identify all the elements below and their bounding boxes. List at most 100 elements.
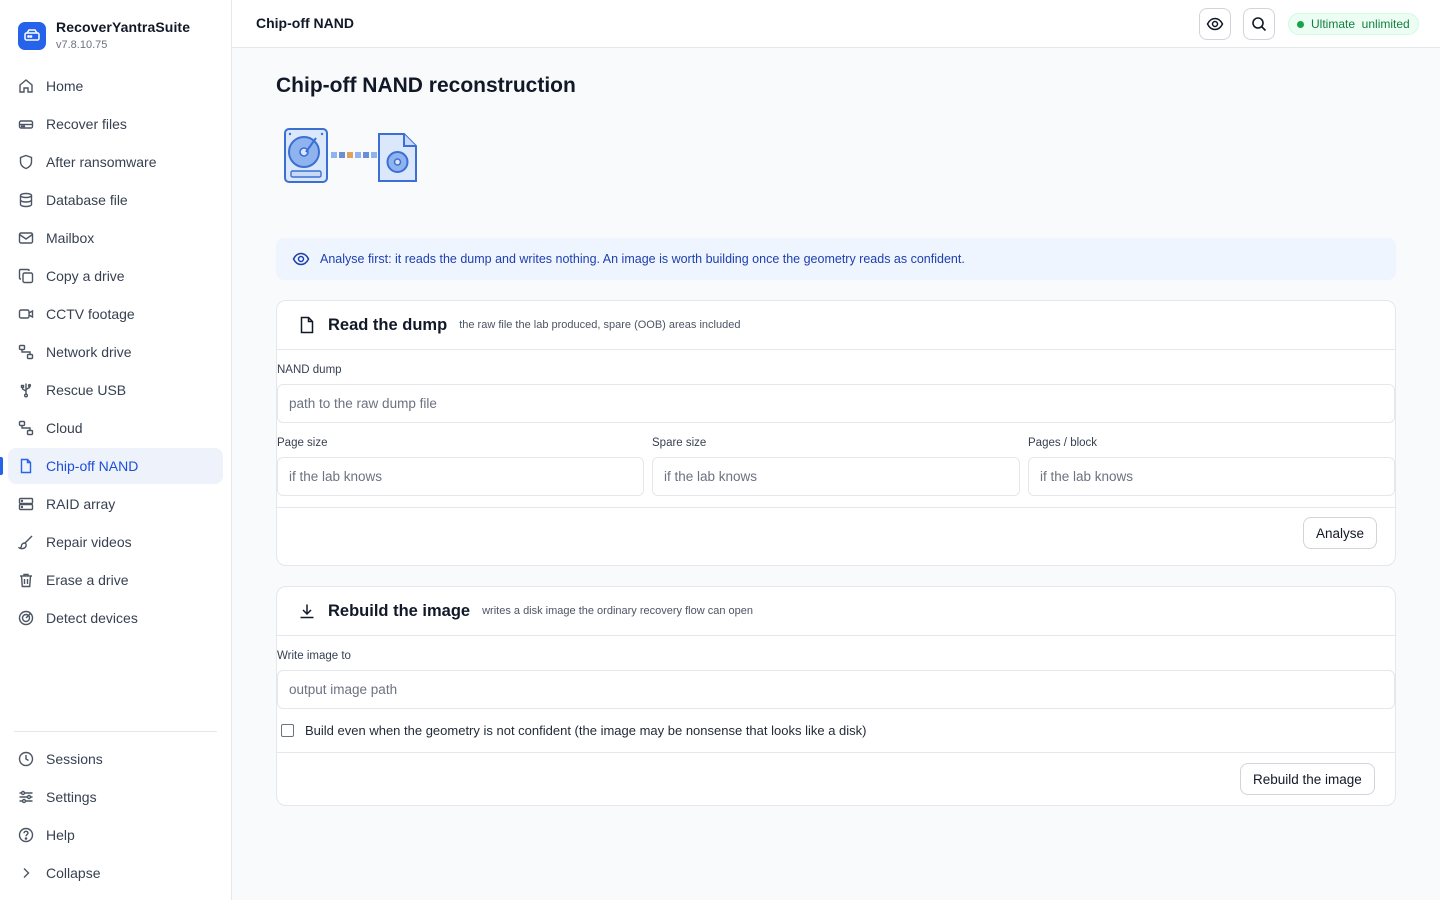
nav-item-label: Copy a drive: [46, 268, 125, 284]
clock-icon: [18, 751, 34, 767]
breadcrumb: Chip-off NAND: [256, 15, 354, 31]
nav-item-label: After ransomware: [46, 154, 157, 170]
topbar: Chip-off NAND Ultimate unlimited: [232, 0, 1440, 48]
license-label: Ultimate unlimited: [1311, 17, 1410, 31]
pages-per-block-input[interactable]: [1028, 457, 1395, 496]
nav-item-copy-a-drive[interactable]: Copy a drive: [8, 258, 223, 294]
disk-image-file-icon: [378, 133, 417, 182]
nav-item-recover-files[interactable]: Recover files: [8, 106, 223, 142]
nav-item-label: Recover files: [46, 116, 127, 132]
card-title: Read the dump: [328, 315, 448, 334]
info-notice: Analyse first: it reads the dump and wri…: [276, 238, 1396, 280]
app-logo-icon: [18, 22, 46, 50]
download-icon: [299, 603, 315, 619]
rebuild-image-header: Rebuild the image writes a disk image th…: [277, 587, 1395, 636]
eye-icon: [1206, 15, 1224, 33]
search-icon: [1251, 16, 1267, 32]
video-icon: [18, 306, 34, 322]
nav-item-label: Cloud: [46, 420, 83, 436]
rebuild-image-button[interactable]: Rebuild the image: [1240, 763, 1375, 795]
file-icon: [299, 316, 315, 334]
nav-item-database-file[interactable]: Database file: [8, 182, 223, 218]
help-icon: [18, 827, 34, 843]
card-footer-divider: [277, 507, 1395, 508]
database-icon: [18, 192, 34, 208]
home-icon: [18, 78, 34, 94]
server-icon: [18, 496, 34, 512]
nav-item-cctv-footage[interactable]: CCTV footage: [8, 296, 223, 332]
app-name: RecoverYantraSuite: [56, 19, 191, 35]
nav-item-chip-off-nand[interactable]: Chip-off NAND: [0, 448, 223, 484]
spare-size-input[interactable]: [652, 457, 1020, 496]
analyse-button[interactable]: Analyse: [1303, 517, 1378, 549]
disk-drive-icon: [284, 128, 328, 183]
nav-item-sessions[interactable]: Sessions: [8, 741, 223, 777]
read-dump-card: Read the dump the raw file the lab produ…: [276, 300, 1396, 566]
notice-text: Analyse first: it reads the dump and wri…: [320, 252, 965, 266]
hard-drive-icon: [18, 116, 34, 132]
nav-item-label: RAID array: [46, 496, 116, 512]
nav-item-raid-array[interactable]: RAID array: [8, 486, 223, 522]
nav-item-label: Help: [46, 827, 75, 843]
force-build-row[interactable]: Build even when the geometry is not conf…: [281, 723, 866, 738]
secondary-nav: Sessions Settings Help Collapse: [8, 741, 223, 893]
spare-size-label: Spare size: [652, 437, 707, 449]
mail-icon: [18, 230, 34, 246]
nav-item-label: Home: [46, 78, 84, 94]
brand: RecoverYantraSuite v7.8.10.75: [18, 17, 190, 52]
nav-item-label: Repair videos: [46, 534, 132, 550]
nav-item-rescue-usb[interactable]: Rescue USB: [8, 372, 223, 408]
app-version: v7.8.10.75: [56, 39, 108, 51]
primary-nav: Home Recover files After ransomware Data…: [0, 68, 223, 638]
output-image-label: Write image to: [277, 650, 351, 662]
nav-item-repair-videos[interactable]: Repair videos: [8, 524, 223, 560]
page-size-input[interactable]: [277, 457, 644, 496]
pages-per-block-label: Pages / block: [1028, 437, 1098, 449]
search-button[interactable]: [1243, 8, 1275, 40]
brush-icon: [18, 534, 34, 550]
nav-item-erase-a-drive[interactable]: Erase a drive: [8, 562, 223, 598]
nand-dump-input[interactable]: [277, 384, 1395, 423]
nav-item-label: Detect devices: [46, 610, 138, 626]
output-image-input[interactable]: [277, 670, 1395, 709]
page-title: Chip-off NAND reconstruction: [276, 74, 576, 97]
nav-item-label: Mailbox: [46, 230, 95, 246]
nav-item-label: Network drive: [46, 344, 132, 360]
nav-item-label: Sessions: [46, 751, 103, 767]
radar-icon: [18, 610, 34, 626]
nav-item-network-drive[interactable]: Network drive: [8, 334, 223, 370]
active-indicator: [0, 457, 3, 475]
card-subtitle: the raw file the lab produced, spare (OO…: [459, 319, 741, 331]
shield-icon: [18, 154, 34, 170]
preview-button[interactable]: [1199, 8, 1231, 40]
copy-icon: [18, 268, 34, 284]
nav-divider: [14, 731, 217, 732]
nav-item-collapse[interactable]: Collapse: [8, 855, 223, 891]
nav-item-home[interactable]: Home: [8, 68, 223, 104]
nav-item-label: Chip-off NAND: [46, 458, 139, 474]
nav-item-after-ransomware[interactable]: After ransomware: [8, 144, 223, 180]
license-badge: Ultimate unlimited: [1288, 13, 1419, 35]
nav-item-settings[interactable]: Settings: [8, 779, 223, 815]
card-title: Rebuild the image: [328, 601, 471, 620]
nav-item-mailbox[interactable]: Mailbox: [8, 220, 223, 256]
file-icon: [18, 458, 34, 474]
nav-item-cloud[interactable]: Cloud: [8, 410, 223, 446]
nand-to-image-illustration: [282, 126, 422, 193]
nav-item-help[interactable]: Help: [8, 817, 223, 853]
nav-item-label: Settings: [46, 789, 97, 805]
card-subtitle: writes a disk image the ordinary recover…: [482, 605, 753, 617]
force-build-checkbox[interactable]: [281, 724, 294, 737]
force-build-label: Build even when the geometry is not conf…: [305, 723, 867, 738]
network-icon: [18, 344, 34, 360]
read-dump-header: Read the dump the raw file the lab produ…: [277, 301, 1395, 350]
data-transfer-dots: [331, 152, 377, 158]
rebuild-image-card: Rebuild the image writes a disk image th…: [276, 586, 1396, 806]
nav-item-label: Erase a drive: [46, 572, 129, 588]
page-size-label: Page size: [277, 437, 328, 449]
card-footer-divider: [277, 752, 1395, 753]
nav-item-label: Collapse: [46, 865, 101, 881]
nav-item-label: CCTV footage: [46, 306, 135, 322]
trash-icon: [18, 572, 34, 588]
nav-item-detect-devices[interactable]: Detect devices: [8, 600, 223, 636]
